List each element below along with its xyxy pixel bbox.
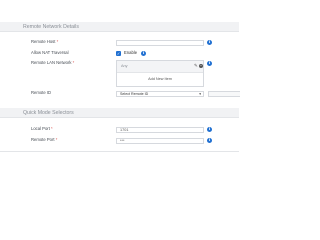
allow-nat-enable-label[interactable]: Enable <box>124 50 137 56</box>
allow-nat-info-icon[interactable]: i <box>141 51 146 56</box>
checkmark-icon: ✓ <box>116 51 121 56</box>
required-mark: * <box>55 137 58 142</box>
section-header-remote-network: Remote Network Details <box>0 22 239 32</box>
local-port-info-icon[interactable]: i <box>207 127 212 132</box>
allow-nat-label: Allow NAT Traversal <box>31 50 69 55</box>
required-mark: * <box>72 60 75 65</box>
remote-id-selected-value: Select Remote ID <box>120 92 149 96</box>
divider <box>0 151 239 152</box>
required-mark: * <box>56 39 59 44</box>
remote-port-label-text: Remote Port <box>31 137 55 142</box>
remote-id-value-field[interactable] <box>208 91 240 97</box>
remote-host-label: Remote Host * <box>31 39 58 45</box>
required-mark: * <box>51 126 53 131</box>
local-port-label-text: Local Port <box>31 126 50 131</box>
remote-id-label: Remote ID <box>31 90 52 95</box>
minus-circle-icon[interactable]: − <box>199 64 203 68</box>
local-port-label: Local Port * <box>31 126 53 132</box>
remote-port-label: Remote Port * <box>31 137 57 143</box>
list-item[interactable]: Any ✎ − <box>117 61 203 73</box>
add-new-item-button[interactable]: Add New Item <box>117 77 203 81</box>
remote-host-info-icon[interactable]: i <box>207 40 212 45</box>
remote-host-label-text: Remote Host <box>31 39 56 44</box>
remote-port-input[interactable]: *** <box>116 138 204 144</box>
remote-port-info-icon[interactable]: i <box>207 138 212 143</box>
list-item-label: Any <box>121 64 128 68</box>
remote-lan-label-text: Remote LAN Network <box>31 60 72 65</box>
chevron-down-icon: ▾ <box>199 92 201 96</box>
remote-host-input[interactable] <box>116 40 204 46</box>
remote-id-select[interactable]: Select Remote ID ▾ <box>116 91 204 97</box>
pencil-icon[interactable]: ✎ <box>194 63 198 69</box>
remote-lan-list: Any ✎ − Add New Item <box>116 60 204 87</box>
local-port-input[interactable]: 1701 <box>116 127 204 133</box>
remote-lan-info-icon[interactable]: i <box>207 61 212 66</box>
section-header-quick-mode: Quick Mode Selectors <box>0 108 239 118</box>
allow-nat-checkbox[interactable]: ✓ <box>116 51 121 56</box>
remote-lan-label: Remote LAN Network * <box>31 60 74 66</box>
